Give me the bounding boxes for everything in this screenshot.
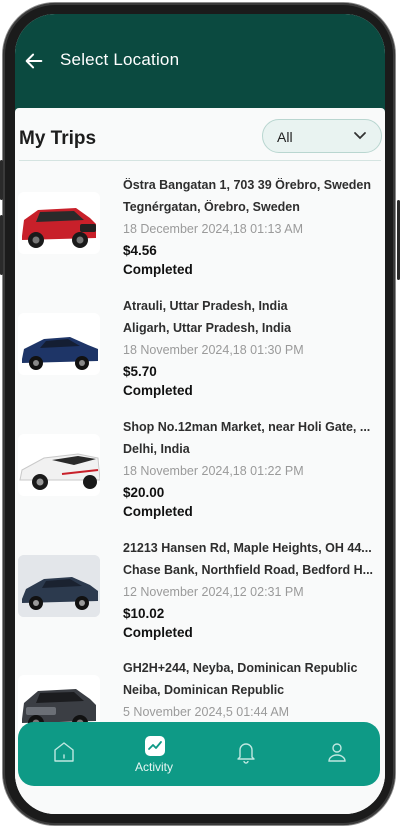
bottom-navigation: Activity — [18, 722, 380, 786]
trip-pickup-address: Östra Bangatan 1, 703 39 Örebro, Sweden — [123, 178, 372, 192]
trip-price: $4.56 — [123, 243, 157, 258]
nav-activity[interactable]: Activity — [119, 722, 189, 786]
car-image — [18, 192, 100, 254]
trip-date: 5 November 2024,5 01:44 AM — [123, 705, 290, 719]
car-image — [18, 555, 100, 617]
trip-date: 12 November 2024,12 02:31 PM — [123, 585, 304, 599]
trip-pickup-address: 21213 Hansen Rd, Maple Heights, OH 44... — [123, 541, 372, 555]
trip-price: $20.00 — [123, 485, 165, 500]
section-title: My Trips — [19, 128, 97, 149]
bell-icon — [237, 743, 255, 764]
nav-activity-label: Activity — [134, 760, 173, 774]
trips-panel: My Trips All Östra Bangatan 1, 703 39 Ör… — [15, 108, 385, 814]
car-image — [18, 313, 100, 375]
nav-home[interactable] — [28, 722, 98, 786]
trip-drop-address: Neiba, Dominican Republic — [123, 683, 285, 697]
trip-date: 18 December 2024,18 01:13 AM — [123, 222, 303, 236]
chevron-down-icon — [354, 132, 366, 140]
nav-notifications[interactable] — [210, 722, 280, 786]
nav-profile[interactable] — [301, 722, 371, 786]
trip-card[interactable]: 21213 Hansen Rd, Maple Heights, OH 44...… — [15, 541, 385, 656]
trip-price: $10.02 — [123, 606, 165, 621]
profile-icon — [328, 743, 346, 762]
home-icon — [54, 742, 74, 762]
back-arrow-icon[interactable] — [23, 50, 45, 72]
page-title: Select Location — [60, 50, 180, 69]
app-screen: Select Location My Trips All Östra Banga… — [15, 14, 385, 814]
app-header: Select Location — [15, 14, 385, 114]
trip-pickup-address: Shop No.12man Market, near Holi Gate, ..… — [123, 420, 371, 434]
trip-pickup-address: Atrauli, Uttar Pradesh, India — [123, 299, 288, 313]
trip-drop-address: Tegnérgatan, Örebro, Sweden — [123, 200, 300, 214]
trip-date: 18 November 2024,18 01:22 PM — [123, 464, 304, 478]
trip-card[interactable]: Atrauli, Uttar Pradesh, India Aligarh, U… — [15, 299, 385, 414]
trip-card[interactable]: Östra Bangatan 1, 703 39 Örebro, Sweden … — [15, 178, 385, 293]
trip-date: 18 November 2024,18 01:30 PM — [123, 343, 304, 357]
trip-pickup-address: GH2H+244, Neyba, Dominican Republic — [123, 661, 358, 675]
divider — [19, 160, 381, 161]
trip-filter-dropdown[interactable]: All — [262, 119, 382, 153]
phone-side-button — [0, 160, 3, 200]
activity-icon — [145, 736, 165, 756]
car-image — [18, 434, 100, 496]
trip-card[interactable]: Shop No.12man Market, near Holi Gate, ..… — [15, 420, 385, 535]
trip-status: Completed — [123, 625, 193, 640]
trip-drop-address: Chase Bank, Northfield Road, Bedford H..… — [123, 563, 374, 577]
filter-selected-value: All — [277, 129, 293, 145]
trip-status: Completed — [123, 504, 193, 519]
trip-drop-address: Aligarh, Uttar Pradesh, India — [123, 321, 292, 335]
trip-status: Completed — [123, 383, 193, 398]
trip-price: $5.70 — [123, 364, 157, 379]
trip-status: Completed — [123, 262, 193, 277]
trip-drop-address: Delhi, India — [123, 442, 190, 456]
phone-side-button — [0, 215, 3, 275]
